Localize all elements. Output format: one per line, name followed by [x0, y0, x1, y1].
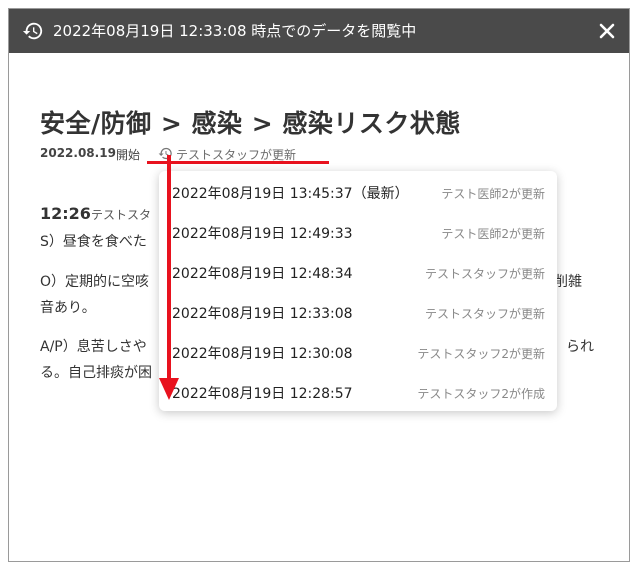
entry-line-s: S）昼食を食べた: [40, 234, 147, 250]
history-item-author: テスト医師2が更新: [441, 187, 545, 201]
entry-line-ap-tail: られ: [566, 339, 594, 355]
history-item-time: 2022年08月19日 12:30:08: [172, 346, 353, 362]
dialog-header: 2022年08月19日 12:33:08 時点でのデータを閲覧中: [9, 9, 629, 53]
history-item-author: テストスタッフ2が更新: [417, 347, 545, 361]
history-item[interactable]: 2022年08月19日 12:33:08 テストスタッフが更新: [159, 293, 557, 333]
history-item[interactable]: 2022年08月19日 12:30:08 テストスタッフ2が更新: [159, 333, 557, 373]
record-date: 2022.08.19: [40, 146, 116, 160]
history-item-author: テストスタッフが更新: [424, 307, 545, 321]
history-item[interactable]: 2022年08月19日 13:45:37（最新） テスト医師2が更新: [159, 173, 557, 213]
history-dropdown: 2022年08月19日 13:45:37（最新） テスト医師2が更新 2022年…: [159, 171, 557, 411]
history-item-time: 2022年08月19日 12:49:33: [172, 226, 353, 242]
entry-time: 12:26: [40, 204, 91, 223]
entry-staff: テストスタ: [91, 208, 152, 222]
history-item-author: テストスタッフが更新: [424, 267, 545, 281]
page-title: 安全/防御 > 感染 > 感染リスク状態: [40, 109, 461, 138]
history-item-time: 2022年08月19日 12:33:08: [172, 306, 353, 322]
entry-line-ap2: る。自己排痰が困: [40, 365, 152, 381]
history-dialog: 2022年08月19日 12:33:08 時点でのデータを閲覧中 安全/防御 >…: [8, 8, 630, 562]
history-item-author: テスト医師2が更新: [441, 227, 545, 241]
history-item[interactable]: 2022年08月19日 12:48:34 テストスタッフが更新: [159, 253, 557, 293]
history-item[interactable]: 2022年08月19日 12:28:57 テストスタッフ2が作成: [159, 373, 557, 413]
close-icon[interactable]: [595, 19, 619, 43]
history-item-author: テストスタッフ2が作成: [417, 387, 545, 401]
history-item-time: 2022年08月19日 12:48:34: [172, 266, 353, 282]
history-item-time: 2022年08月19日 13:45:37（最新）: [172, 186, 409, 202]
history-item[interactable]: 2022年08月19日 12:49:33 テスト医師2が更新: [159, 213, 557, 253]
entry-line-o2: 音あり。: [40, 300, 96, 316]
history-icon: [158, 147, 172, 160]
entry-line-o-tail: 削雑: [554, 274, 582, 290]
start-label: 開始: [116, 148, 141, 162]
history-icon: [22, 22, 43, 40]
annotation-underline: [147, 161, 329, 164]
entry-line-o: O）定期的に空咳: [40, 274, 150, 290]
header-title: 2022年08月19日 12:33:08 時点でのデータを閲覧中: [53, 22, 417, 40]
history-item-time: 2022年08月19日 12:28:57: [172, 386, 353, 402]
entry-line-ap: A/P）息苦しさや: [40, 339, 147, 355]
